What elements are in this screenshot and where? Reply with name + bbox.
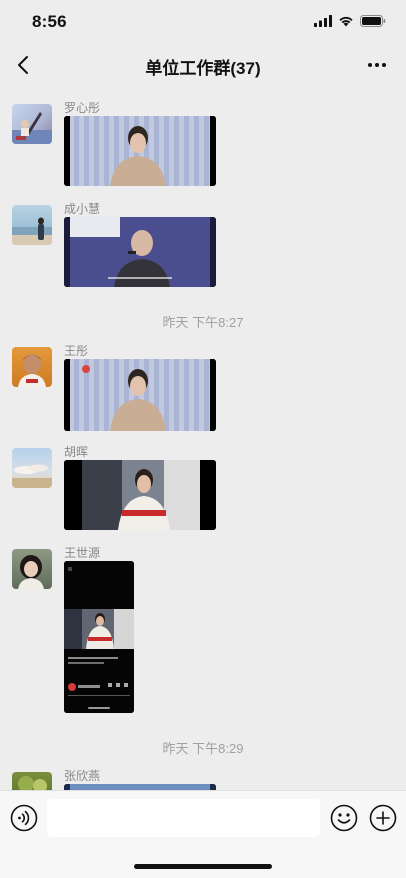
avatar[interactable] bbox=[12, 205, 52, 245]
status-time: 8:56 bbox=[32, 12, 67, 31]
plus-icon bbox=[369, 804, 397, 832]
sender-name: 王世源 bbox=[64, 546, 101, 560]
sender-name: 成小慧 bbox=[64, 202, 101, 216]
avatar[interactable] bbox=[12, 347, 52, 387]
home-indicator bbox=[134, 864, 272, 869]
video-message[interactable] bbox=[64, 116, 216, 186]
more-button[interactable] bbox=[362, 50, 392, 80]
message-input[interactable] bbox=[47, 799, 320, 837]
avatar[interactable] bbox=[12, 772, 52, 790]
video-message[interactable] bbox=[64, 460, 216, 530]
page-title: 单位工作群(37) bbox=[145, 59, 261, 78]
sender-name: 张欣燕 bbox=[64, 769, 101, 783]
wifi-icon bbox=[339, 16, 353, 27]
message-item: 胡晖 bbox=[0, 444, 406, 534]
sender-name: 罗心彤 bbox=[64, 101, 101, 115]
timestamp: 昨天 下午8:29 bbox=[162, 741, 244, 756]
message-item: 王世源 bbox=[0, 545, 406, 715]
message-item: 张欣燕 bbox=[0, 768, 406, 790]
chat-area[interactable]: 罗心彤 成小慧 昨天 下午8:27 王彤 胡晖 王世源 昨天 下午8:29 张欣… bbox=[0, 84, 406, 790]
more-dots-icon bbox=[368, 63, 386, 67]
avatar[interactable] bbox=[12, 104, 52, 144]
plus-button[interactable] bbox=[369, 804, 397, 832]
avatar[interactable] bbox=[12, 549, 52, 589]
sender-name: 王彤 bbox=[64, 344, 89, 358]
avatar[interactable] bbox=[12, 448, 52, 488]
emoji-icon bbox=[330, 804, 358, 832]
voice-button[interactable] bbox=[10, 804, 38, 832]
video-message[interactable] bbox=[64, 217, 216, 287]
battery-icon bbox=[360, 15, 386, 27]
voice-icon bbox=[10, 804, 38, 832]
sender-name: 胡晖 bbox=[64, 445, 89, 459]
nav-bar: 单位工作群(37) bbox=[0, 46, 406, 84]
status-bar: 8:56 bbox=[0, 0, 406, 46]
emoji-button[interactable] bbox=[330, 804, 358, 832]
signal-icon bbox=[314, 15, 332, 27]
message-item: 罗心彤 bbox=[0, 100, 406, 190]
video-message[interactable] bbox=[64, 561, 134, 713]
status-icons bbox=[314, 15, 386, 27]
video-message[interactable] bbox=[64, 359, 216, 431]
message-item: 成小慧 bbox=[0, 201, 406, 291]
timestamp: 昨天 下午8:27 bbox=[162, 315, 244, 330]
message-item: 王彤 bbox=[0, 343, 406, 433]
